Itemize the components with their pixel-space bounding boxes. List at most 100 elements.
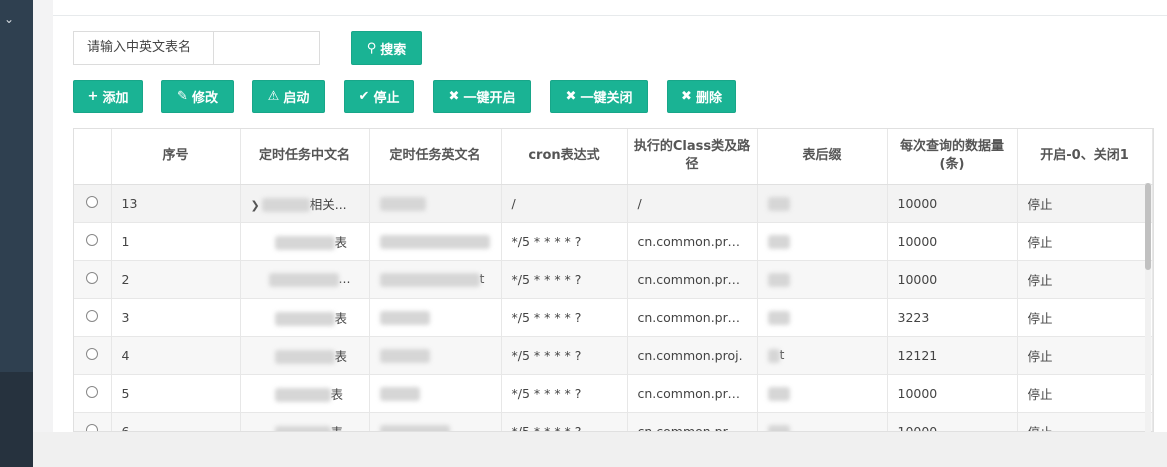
table-row[interactable]: 6 表 */5 * * * * ? cn.common.proj... 1000…: [74, 412, 1153, 431]
stop-button[interactable]: ✔ 停止: [344, 80, 414, 113]
plus-icon: +: [87, 89, 99, 104]
redacted-text: [767, 234, 790, 249]
cell-cron: */5 * * * * ?: [501, 336, 628, 375]
cell-count: 12121: [887, 336, 1018, 375]
cell-id: 6: [111, 412, 241, 431]
radio-button[interactable]: [86, 309, 99, 322]
gutter: [33, 0, 53, 467]
chevron-down-icon[interactable]: ⌄: [4, 12, 14, 26]
cell-suffix: [757, 184, 888, 223]
cn-name-text: 表: [330, 386, 344, 402]
table-scrollbar[interactable]: [1145, 183, 1151, 432]
redacted-text: [379, 234, 490, 249]
cell-status: 停止: [1017, 260, 1153, 299]
table-row[interactable]: 1 表 */5 * * * * ? cn.common.proj... 1000…: [74, 222, 1153, 261]
row-select[interactable]: [74, 298, 112, 337]
add-button[interactable]: + 添加: [73, 80, 143, 113]
header-class-path[interactable]: 执行的Class类及路径: [627, 129, 758, 185]
radio-button[interactable]: [86, 423, 99, 431]
search-input[interactable]: [215, 32, 319, 64]
cn-name-text: 表: [334, 310, 348, 326]
table-header-row: 序号 定时任务中文名 定时任务英文名 cron表达式 执行的Class类及路径 …: [74, 129, 1153, 185]
cell-cron: */5 * * * * ?: [501, 298, 628, 337]
redacted-text: [268, 272, 339, 287]
cell-cron: */5 * * * * ?: [501, 412, 628, 431]
cell-count: 10000: [887, 374, 1018, 413]
left-nav: ⌄: [0, 0, 33, 467]
delete-button[interactable]: ✖ 删除: [667, 80, 736, 113]
cell-count: 10000: [887, 260, 1018, 299]
row-select[interactable]: [74, 336, 112, 375]
redacted-text: [274, 350, 335, 364]
enable-all-button[interactable]: ✖ 一键开启: [433, 80, 531, 113]
redacted-text: [261, 198, 310, 212]
header-count[interactable]: 每次查询的数据量(条): [887, 129, 1018, 185]
add-button-label: 添加: [102, 91, 129, 106]
row-select[interactable]: [74, 412, 112, 431]
cell-class-path: cn.common.proj...: [627, 374, 758, 413]
table-row[interactable]: 4 表 */5 * * * * ? cn.common.proj. t 1212…: [74, 336, 1153, 375]
cell-count: 10000: [887, 412, 1018, 431]
table-row[interactable]: 2 ... t */5 * * * * ? cn.common.proj... …: [74, 260, 1153, 299]
redacted-text: [379, 424, 450, 431]
cell-suffix: [757, 412, 888, 431]
cell-suffix: [757, 298, 888, 337]
search-icon: ⚲: [366, 40, 377, 56]
header-suffix[interactable]: 表后缀: [757, 129, 888, 185]
cell-id: 13: [111, 184, 241, 223]
redacted-text: [379, 310, 430, 325]
header-select: [74, 129, 112, 185]
en-name-text: t: [479, 271, 485, 287]
close-icon: ✖: [681, 89, 692, 104]
cell-id: 5: [111, 374, 241, 413]
redacted-text: [767, 424, 790, 431]
edit-button-label: 修改: [191, 91, 218, 106]
cell-cron: /: [501, 184, 628, 223]
radio-button[interactable]: [86, 195, 99, 208]
row-select[interactable]: [74, 184, 112, 223]
start-button[interactable]: ⚠ 启动: [252, 80, 325, 113]
cell-en-name: [369, 184, 502, 223]
cell-status: 停止: [1017, 298, 1153, 337]
cell-en-name: t: [369, 260, 502, 299]
header-en-name[interactable]: 定时任务英文名: [369, 129, 502, 185]
cell-class-path: cn.common.proj...: [627, 222, 758, 261]
row-select[interactable]: [74, 374, 112, 413]
cell-count: 10000: [887, 184, 1018, 223]
radio-button[interactable]: [86, 347, 99, 360]
radio-button[interactable]: [86, 233, 99, 246]
header-cron[interactable]: cron表达式: [501, 129, 628, 185]
cell-class-path: cn.common.proj...: [627, 412, 758, 431]
redacted-text: [274, 312, 335, 326]
header-status[interactable]: 开启-0、关闭1: [1017, 129, 1153, 185]
radio-button[interactable]: [86, 271, 99, 284]
header-id[interactable]: 序号: [111, 129, 241, 185]
row-select[interactable]: [74, 222, 112, 261]
cell-status: 停止: [1017, 336, 1153, 375]
search-button[interactable]: ⚲ 搜索: [351, 31, 422, 65]
nav-lower-panel: [0, 372, 33, 467]
search-button-label: 搜索: [380, 42, 407, 58]
scrollbar-thumb[interactable]: [1145, 183, 1151, 270]
close-icon: ✖: [448, 89, 460, 104]
disable-all-button[interactable]: ✖ 一键关闭: [550, 80, 648, 113]
header-cn-name[interactable]: 定时任务中文名: [240, 129, 370, 185]
table-row[interactable]: 3 表 */5 * * * * ? cn.common.proj... 3223…: [74, 298, 1153, 337]
cell-count: 10000: [887, 222, 1018, 261]
cell-id: 2: [111, 260, 241, 299]
row-select[interactable]: [74, 260, 112, 299]
chevron-down-icon[interactable]: ❯: [251, 199, 260, 212]
cell-en-name: [369, 222, 502, 261]
redacted-text: [379, 386, 420, 401]
table-row[interactable]: 13 ❯ 相关... / / 10000 停止: [74, 184, 1153, 223]
table-row[interactable]: 5 表 */5 * * * * ? cn.common.proj... 1000…: [74, 374, 1153, 413]
edit-button[interactable]: ✎ 修改: [161, 80, 234, 113]
suffix-text: t: [779, 347, 785, 363]
cell-cn-name: 表: [240, 222, 370, 261]
cn-name-text: 表: [334, 348, 348, 364]
cn-name-text: 相关...: [309, 196, 347, 212]
footer-strip: [33, 432, 1167, 467]
radio-button[interactable]: [86, 385, 99, 398]
cell-status: 停止: [1017, 222, 1153, 261]
cell-id: 3: [111, 298, 241, 337]
